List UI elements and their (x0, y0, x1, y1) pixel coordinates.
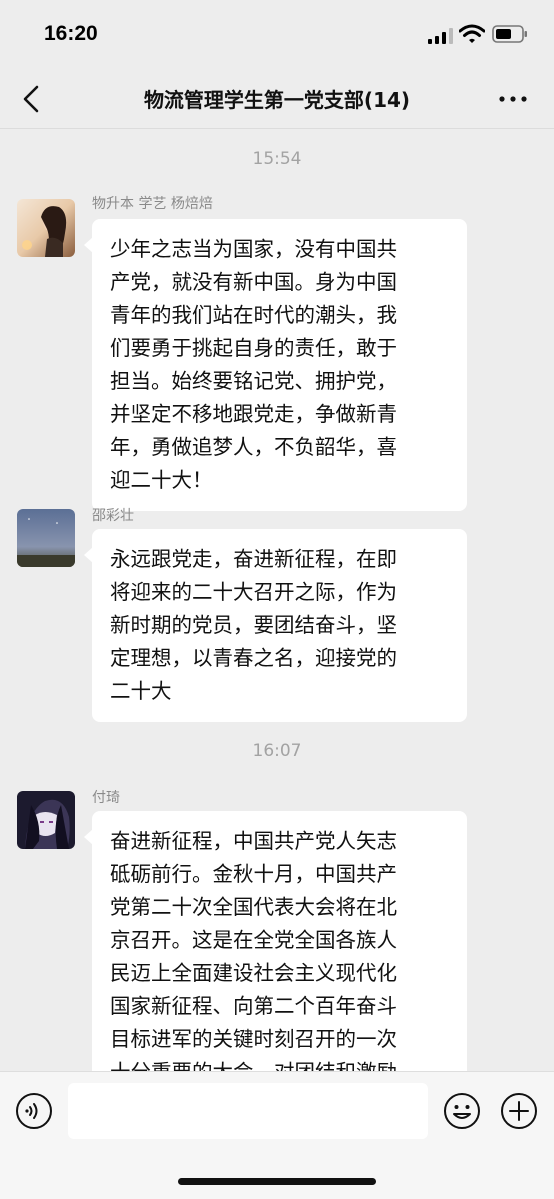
message-bubble[interactable]: 少年之志当为国家，没有中国共 产党，就没有新中国。身为中国 青年的我们站在时代的… (84, 219, 467, 511)
message-bubble[interactable]: 奋进新征程，中国共产党人矢志 砥砺前行。金秋十月，中国共产 党第二十次全国代表大… (84, 811, 467, 1071)
chat-area[interactable]: 15:54 物升本 学艺 杨焙焙 少年之志当为国家，没有中国共 产党，就没有新中… (0, 129, 554, 1071)
sender-name: 邵彩壮 (92, 508, 134, 524)
avatar[interactable] (17, 509, 75, 567)
sender-name: 付琦 (92, 790, 120, 806)
emoji-icon[interactable] (443, 1092, 481, 1130)
message-input[interactable] (68, 1083, 428, 1139)
home-indicator[interactable] (178, 1178, 376, 1185)
voice-icon[interactable] (15, 1092, 53, 1130)
message-bubble[interactable]: 永远跟党走，奋进新征程，在即 将迎来的二十大召开之际，作为 新时期的党员，要团结… (84, 529, 467, 722)
chevron-left-icon[interactable] (20, 84, 42, 114)
battery-icon (492, 25, 527, 43)
status-time: 16:20 (44, 22, 98, 45)
avatar[interactable] (17, 791, 75, 849)
timestamp: 15:54 (252, 149, 302, 169)
wifi-icon (459, 24, 485, 43)
sender-name: 物升本 学艺 杨焙焙 (92, 196, 213, 212)
avatar[interactable] (17, 199, 75, 257)
chat-title: 物流管理学生第一党支部(14) (143, 88, 411, 112)
more-dots-icon[interactable] (496, 86, 530, 112)
nav-bar: 物流管理学生第一党支部(14) (0, 70, 554, 129)
timestamp: 16:07 (252, 741, 302, 761)
status-bar: 16:20 (0, 0, 554, 70)
signal-icon (428, 28, 453, 44)
plus-icon[interactable] (500, 1092, 538, 1130)
